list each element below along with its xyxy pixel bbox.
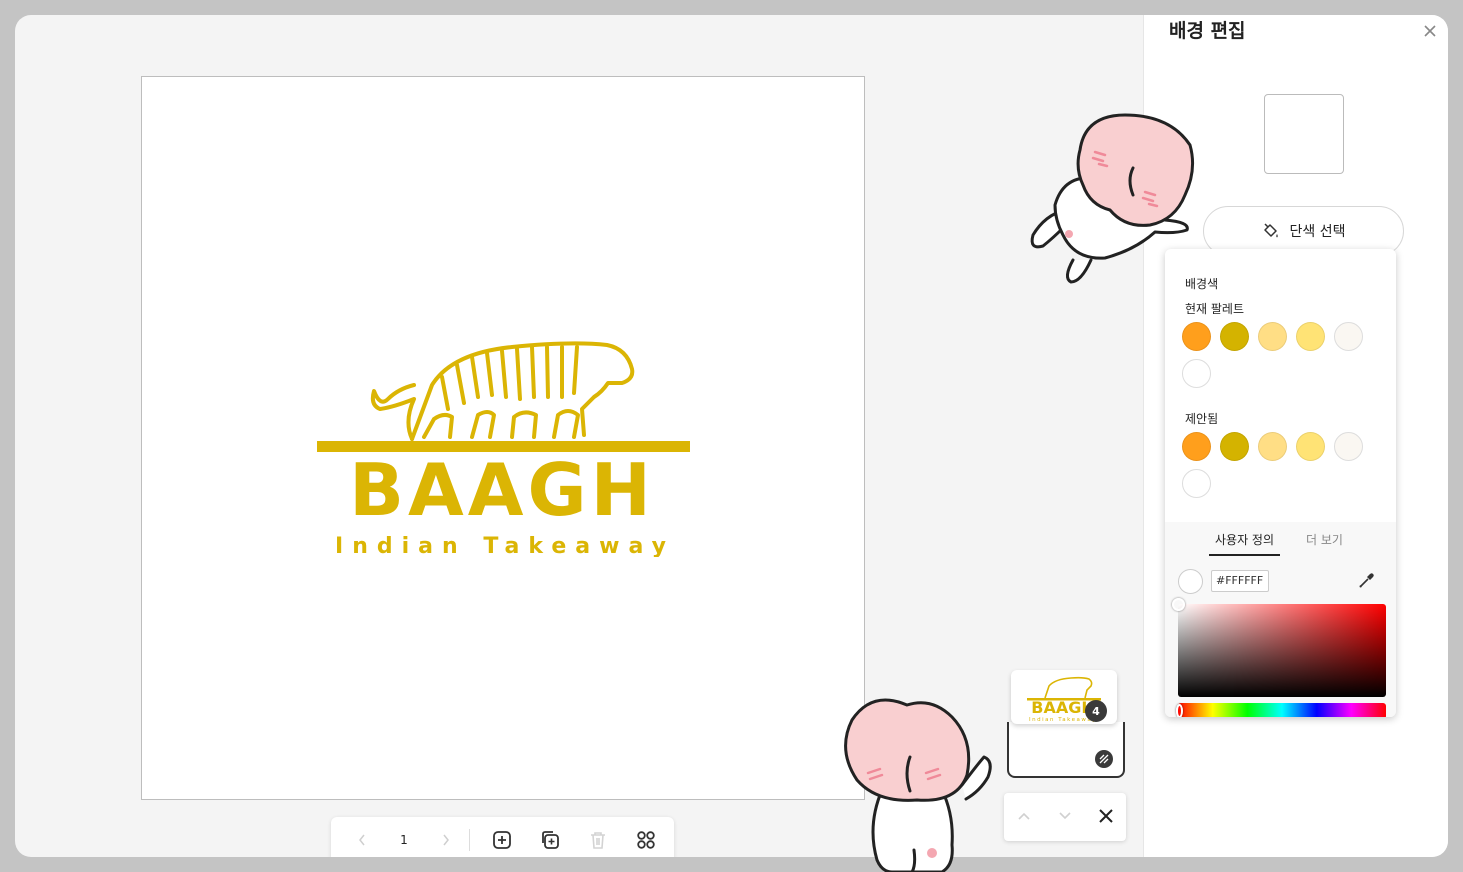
palette-swatch[interactable] (1220, 322, 1249, 351)
eyedropper-button[interactable] (1358, 571, 1376, 593)
current-color-swatch (1178, 569, 1203, 594)
eyedropper-icon (1359, 573, 1374, 588)
move-down-button[interactable] (1050, 809, 1080, 825)
saturation-handle[interactable] (1172, 598, 1185, 611)
palette-swatch[interactable] (1334, 322, 1363, 351)
chevron-down-icon (1059, 812, 1071, 820)
close-icon (1424, 25, 1436, 37)
grid-icon (637, 831, 655, 849)
artboard[interactable]: BAAGH Indian Takeaway (141, 76, 865, 800)
paint-bucket-icon (1263, 223, 1278, 238)
chevron-right-icon (443, 834, 449, 846)
background-layer-icon (1095, 750, 1113, 768)
suggested-swatch[interactable] (1220, 432, 1249, 461)
suggested-swatch[interactable] (1182, 469, 1211, 498)
peach-character-sticker-top (1030, 113, 1195, 284)
page-number: 1 (400, 833, 408, 847)
palette-swatch[interactable] (1296, 322, 1325, 351)
logo[interactable]: BAAGH Indian Takeaway (312, 317, 692, 557)
background-preview[interactable] (1264, 94, 1344, 174)
layer-count-badge: 4 (1085, 700, 1107, 722)
prev-page-button[interactable] (345, 823, 379, 857)
palette-swatch[interactable] (1182, 322, 1211, 351)
page-grid-button[interactable] (622, 823, 670, 857)
chevron-up-icon (1018, 812, 1030, 820)
tab-custom[interactable]: 사용자 정의 (1209, 531, 1281, 556)
palette-swatch[interactable] (1258, 322, 1287, 351)
add-page-icon (493, 831, 511, 849)
logo-layer-thumbnail[interactable]: BAAGH Indian Takeaway 4 (1011, 670, 1117, 724)
add-page-button[interactable] (478, 823, 526, 857)
chevron-left-icon (359, 834, 365, 846)
duplicate-icon (542, 831, 559, 849)
next-page-button[interactable] (429, 823, 463, 857)
page-toolbar: 1 (331, 817, 674, 857)
suggested-swatch[interactable] (1258, 432, 1287, 461)
tiger-illustration (370, 341, 635, 441)
suggested-swatch[interactable] (1182, 432, 1211, 461)
palette-swatch[interactable] (1182, 359, 1211, 388)
color-picker-popover: 배경색 현재 팔레트 제안됨 사용자 정의 더 보기 #FFFFFF (1165, 249, 1396, 717)
suggested-swatch[interactable] (1296, 432, 1325, 461)
logo-tagline: Indian Takeaway (335, 534, 675, 557)
toolbar-divider (469, 829, 470, 851)
hue-slider[interactable] (1176, 703, 1386, 717)
background-layer[interactable] (1007, 722, 1125, 778)
panel-title: 배경 편집 (1169, 20, 1246, 42)
close-layer-panel-button[interactable] (1091, 805, 1121, 830)
duplicate-page-button[interactable] (526, 823, 574, 857)
suggested-swatch[interactable] (1334, 432, 1363, 461)
tab-more[interactable]: 더 보기 (1306, 531, 1343, 548)
layer-stack: BAAGH Indian Takeaway 4 (1005, 670, 1127, 780)
current-palette-label: 현재 팔레트 (1185, 302, 1245, 316)
suggested-label: 제안됨 (1185, 412, 1219, 426)
trash-icon (591, 832, 605, 849)
hue-handle[interactable] (1176, 704, 1183, 717)
delete-page-button[interactable] (574, 823, 622, 857)
saturation-value-picker[interactable] (1172, 598, 1386, 697)
move-up-button[interactable] (1009, 809, 1039, 825)
hex-input[interactable]: #FFFFFF (1211, 570, 1269, 592)
panel-close-button[interactable] (1423, 19, 1437, 43)
layer-order-panel (1004, 793, 1126, 841)
solid-button-label: 단색 선택 (1289, 224, 1346, 240)
logo-title: BAAGH (349, 448, 655, 532)
peach-character-sticker-bottom (844, 698, 992, 872)
close-icon (1098, 808, 1113, 823)
